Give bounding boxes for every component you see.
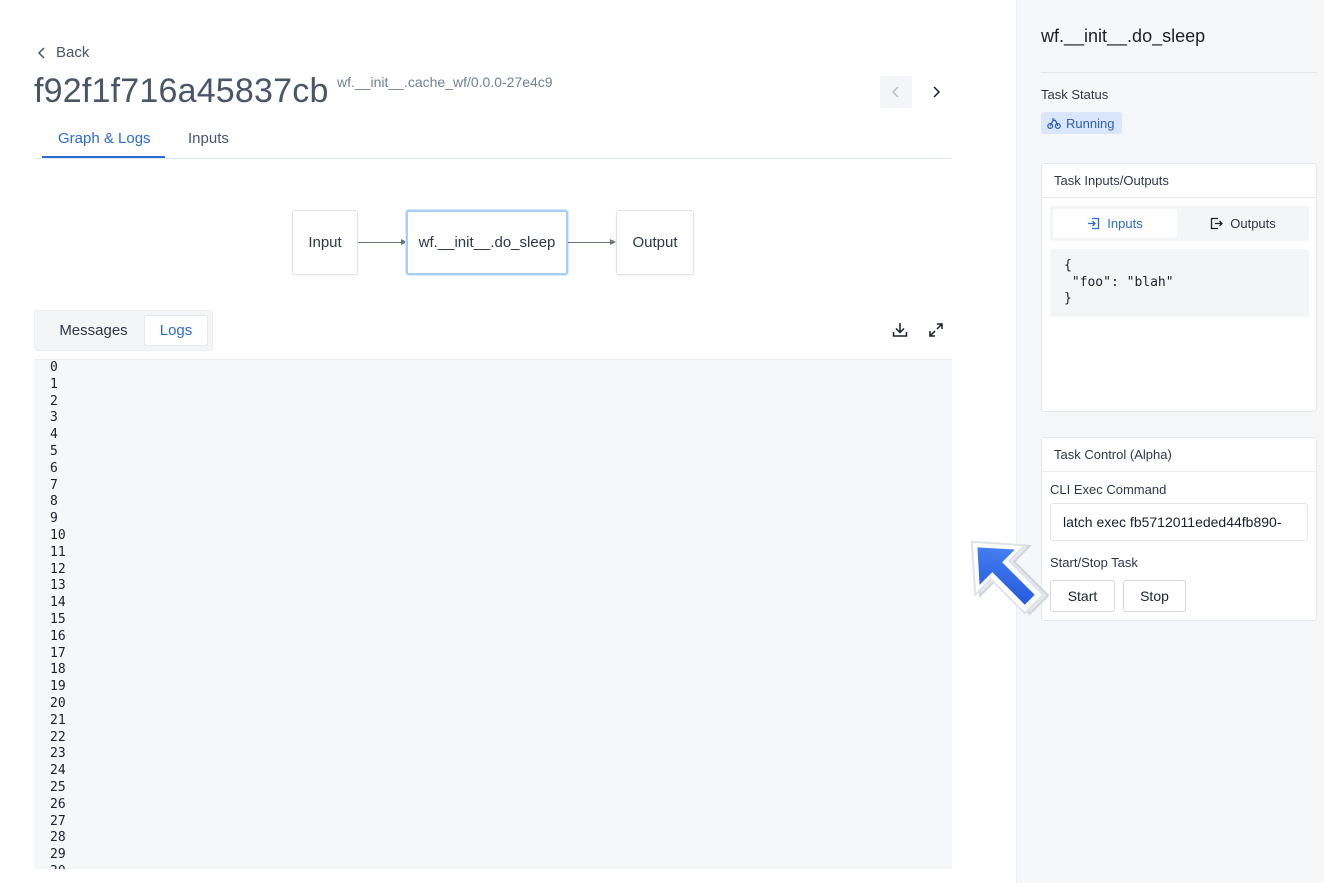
graph-edge	[358, 242, 402, 243]
running-icon	[1047, 118, 1061, 130]
graph-node-input[interactable]: Input	[292, 210, 358, 275]
graph-node-do-sleep[interactable]: wf.__init__.do_sleep	[406, 210, 568, 275]
next-execution-button[interactable]	[920, 76, 952, 108]
log-line: 29	[50, 847, 66, 863]
graph-node-label: Input	[308, 234, 342, 251]
page-title: f92f1f716a45837cb	[34, 72, 329, 110]
card-title: Task Control (Alpha)	[1042, 438, 1316, 472]
log-line: 17	[50, 645, 66, 661]
tab-graph-logs[interactable]: Graph & Logs	[58, 130, 151, 147]
log-output[interactable]: 0 1 2 3 4 5 6 7 8 9 10 11 12 13 14 15 16 17 18 19 20 21 22 23 24…	[34, 359, 952, 869]
log-line: 18	[50, 662, 66, 678]
log-line: 3	[50, 410, 58, 426]
tab-task-inputs[interactable]: Inputs	[1053, 209, 1177, 238]
inputs-json: { "foo": "blah" }	[1050, 249, 1309, 317]
log-line: 1	[50, 376, 58, 392]
log-line: 13	[50, 578, 66, 594]
log-line: 27	[50, 813, 66, 829]
stop-button[interactable]: Stop	[1123, 580, 1186, 612]
log-line: 4	[50, 427, 58, 443]
log-line: 9	[50, 511, 58, 527]
log-line: 20	[50, 695, 66, 711]
outputs-label: Outputs	[1230, 216, 1276, 231]
log-line: 0	[50, 360, 58, 375]
tab-inputs[interactable]: Inputs	[188, 130, 229, 147]
graph-edge	[568, 242, 611, 243]
log-line: 25	[50, 779, 66, 795]
sign-in-icon	[1088, 217, 1100, 230]
graph-node-output[interactable]: Output	[616, 210, 694, 275]
cli-command-field[interactable]: latch exec fb5712011eded44fb890-	[1050, 503, 1308, 541]
log-line: 11	[50, 544, 66, 560]
start-stop-label: Start/Stop Task	[1050, 555, 1138, 570]
graph-node-label: wf.__init__.do_sleep	[418, 234, 556, 251]
log-line: 14	[50, 595, 66, 611]
log-line: 26	[50, 796, 66, 812]
log-line: 23	[50, 746, 66, 762]
download-icon[interactable]	[891, 321, 909, 339]
expand-icon[interactable]	[927, 321, 945, 339]
log-line: 12	[50, 561, 66, 577]
pointer-arrow-icon	[970, 540, 1050, 616]
log-line: 5	[50, 443, 58, 459]
log-line: 22	[50, 729, 66, 745]
tab-messages[interactable]: Messages	[43, 315, 144, 346]
main-area: Back f92f1f716a45837cb wf.__init__.cache…	[0, 0, 1016, 883]
tab-task-outputs[interactable]: Outputs	[1180, 209, 1306, 238]
chevron-left-icon	[37, 46, 45, 59]
divider	[1041, 72, 1317, 73]
chevron-right-icon	[933, 86, 941, 98]
back-button[interactable]: Back	[36, 44, 89, 61]
io-switch: Inputs Outputs	[1050, 206, 1309, 241]
cli-exec-label: CLI Exec Command	[1050, 482, 1167, 497]
sign-out-icon	[1211, 217, 1224, 230]
tab-logs[interactable]: Logs	[144, 315, 208, 346]
log-line: 30	[34, 864, 952, 869]
task-io-card: Task Inputs/Outputs Inputs Outputs { "fo…	[1041, 163, 1317, 412]
task-title: wf.__init__.do_sleep	[1041, 26, 1206, 46]
card-title: Task Inputs/Outputs	[1042, 164, 1316, 198]
status-text: Running	[1066, 115, 1115, 131]
log-line: 21	[50, 712, 66, 728]
tab-bar: Graph & Logs Inputs	[34, 120, 952, 159]
log-line: 19	[50, 679, 66, 695]
log-line: 28	[50, 830, 66, 846]
log-line: 7	[50, 477, 58, 493]
workflow-name: wf.__init__.cache_wf/0.0.0-27e4c9	[337, 74, 553, 90]
log-line: 10	[50, 527, 66, 543]
log-line: 24	[50, 763, 66, 779]
log-lines: 0 1 2 3 4 5 6 7 8 9 10 11 12 13 14 15 16 17 18 19 20 21 22 23 24…	[34, 360, 952, 869]
task-status-label: Task Status	[1041, 87, 1109, 102]
inputs-label: Inputs	[1107, 216, 1143, 231]
task-side-panel: wf.__init__.do_sleep Task Status Running…	[1016, 0, 1324, 883]
status-badge: Running	[1041, 112, 1123, 134]
previous-execution-button[interactable]	[880, 76, 912, 108]
log-line: 16	[50, 628, 66, 644]
task-control-card: Task Control (Alpha) CLI Exec Command la…	[1041, 437, 1317, 621]
log-line: 6	[50, 460, 58, 476]
log-line: 8	[50, 494, 58, 510]
log-line: 2	[50, 393, 58, 409]
log-line: 15	[50, 611, 66, 627]
graph-node-label: Output	[632, 234, 678, 251]
chevron-left-icon	[891, 86, 899, 98]
log-view-switch: Messages Logs	[34, 310, 213, 351]
active-tab-indicator	[42, 156, 165, 158]
back-label: Back	[56, 44, 90, 61]
